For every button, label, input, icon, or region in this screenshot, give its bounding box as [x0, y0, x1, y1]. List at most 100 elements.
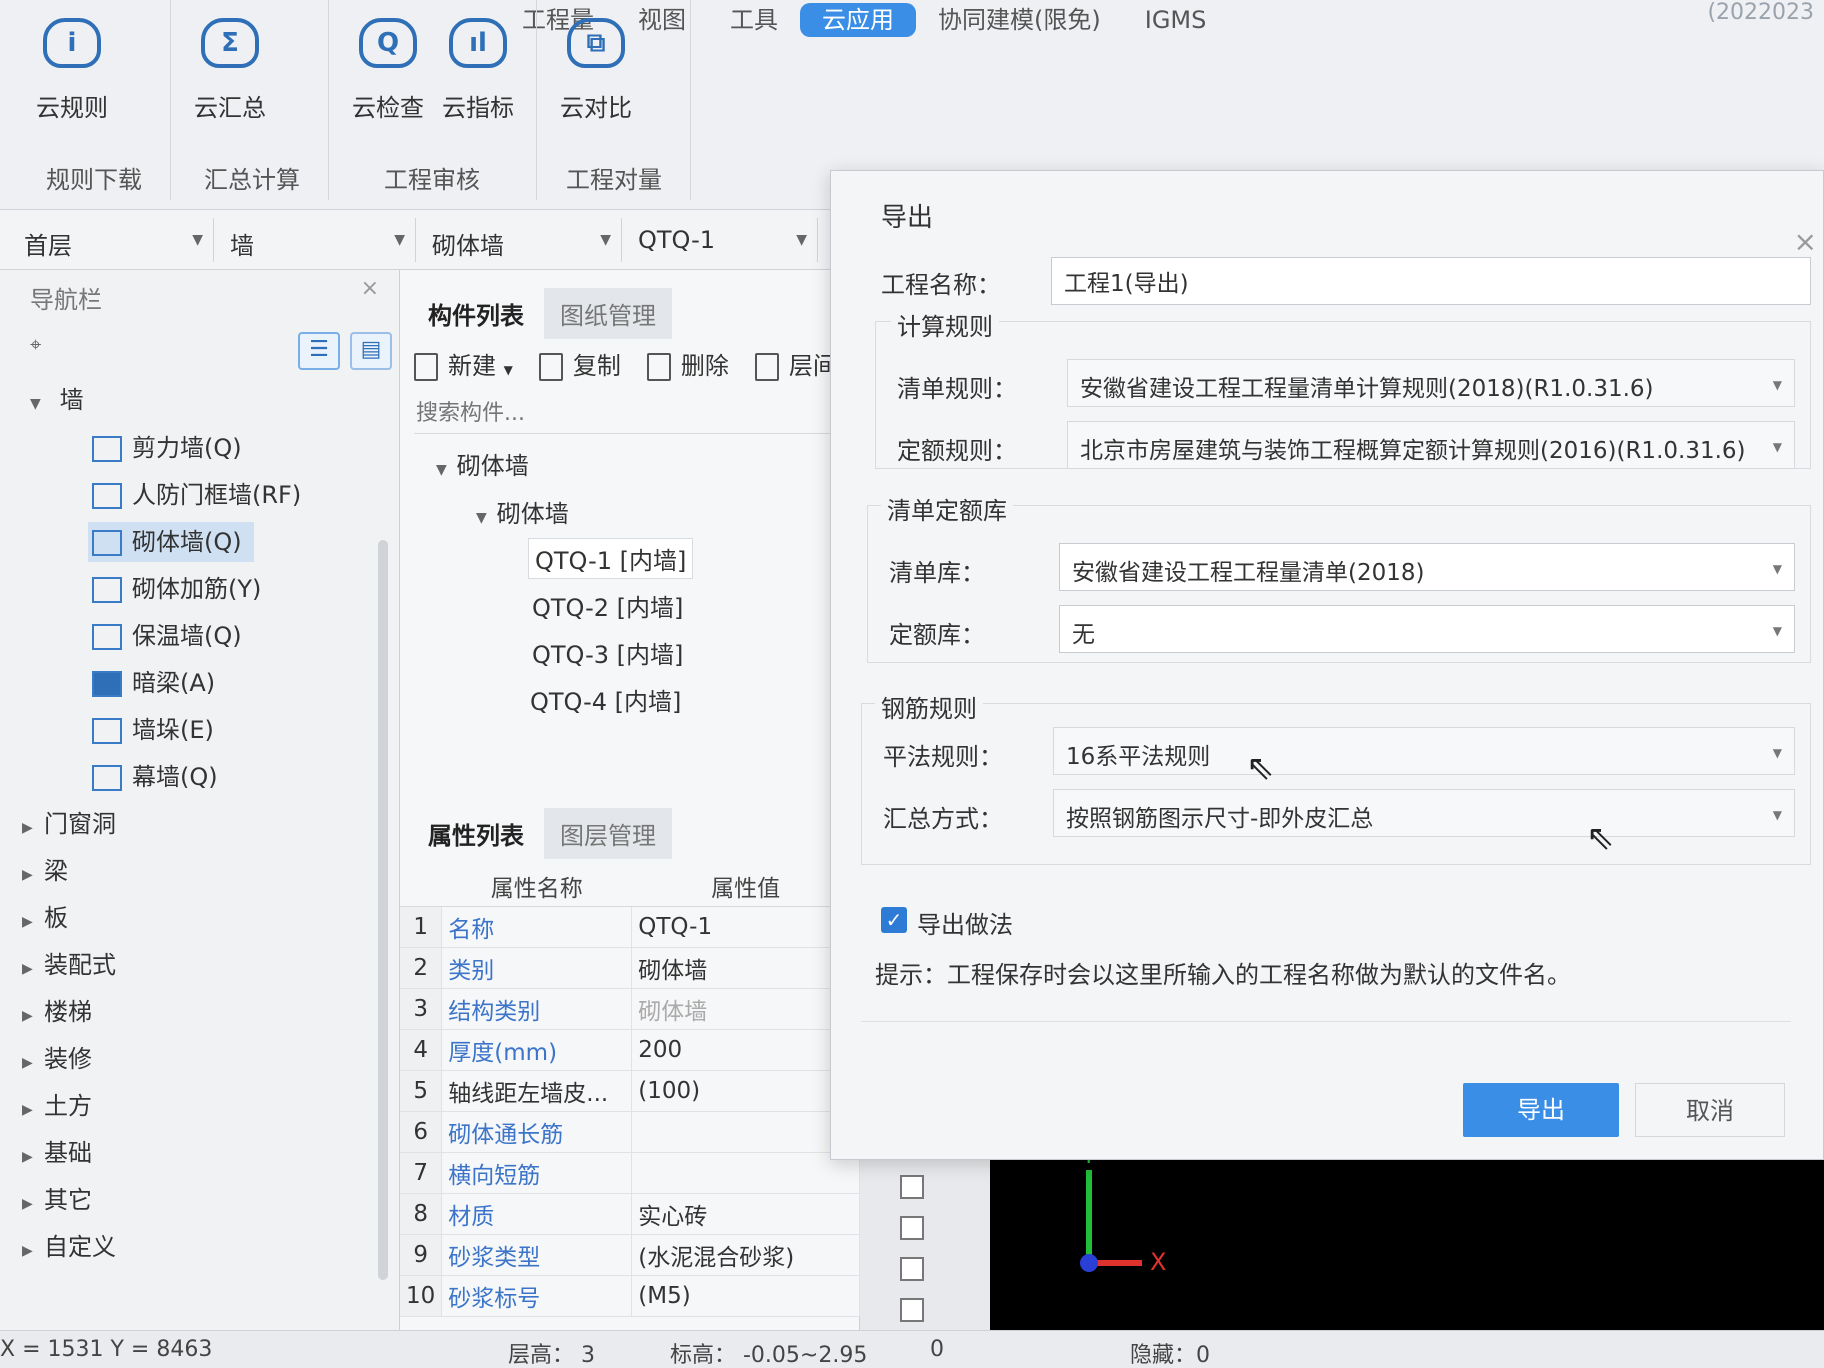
property-checkbox[interactable]: [900, 1257, 924, 1281]
list-view-icon[interactable]: ☰: [298, 332, 340, 370]
nav-item-masonry-wall[interactable]: 砌体墙(Q): [88, 522, 254, 562]
layer-copy-icon: [754, 353, 779, 381]
floor-select[interactable]: 首层 ▼: [14, 218, 214, 262]
table-row[interactable]: 10 砂浆标号 (M5): [400, 1275, 860, 1317]
property-value[interactable]: QTQ-1: [631, 906, 860, 948]
property-value[interactable]: 200: [631, 1029, 860, 1071]
detail-view-icon[interactable]: ▤: [350, 332, 392, 370]
nav-group-decoration[interactable]: ▶ 装修: [22, 1039, 92, 1079]
quota-library-select[interactable]: 无 ▼: [1059, 605, 1795, 653]
tab-layer-management[interactable]: 图层管理: [544, 808, 672, 859]
tree-node-masonry-wall-root[interactable]: ▼ 砌体墙: [436, 446, 529, 481]
table-row[interactable]: 8 材质 实心砖: [400, 1193, 860, 1235]
nav-group-other[interactable]: ▶ 其它: [22, 1180, 92, 1220]
table-row[interactable]: 7 横向短筋: [400, 1152, 860, 1194]
category-select-value: 墙: [230, 232, 254, 260]
nav-group-wall[interactable]: ▼ 墙: [30, 380, 84, 420]
tree-node-label: 砌体墙: [496, 500, 569, 528]
delete-button[interactable]: 删除: [646, 346, 729, 381]
nav-group-foundation[interactable]: ▶ 基础: [22, 1133, 92, 1173]
table-row[interactable]: 2 类别 砌体墙: [400, 947, 860, 989]
property-value[interactable]: 砌体墙: [631, 947, 860, 989]
table-row[interactable]: 1 名称 QTQ-1: [400, 906, 860, 948]
nav-item-curtain-wall[interactable]: 幕墙(Q): [92, 757, 218, 797]
bill-library-select[interactable]: 安徽省建设工程工程量清单(2018) ▼: [1059, 543, 1795, 591]
tab-property-list[interactable]: 属性列表: [412, 808, 540, 859]
export-method-label[interactable]: 导出做法: [917, 905, 1013, 940]
close-icon[interactable]: ×: [1794, 225, 1817, 258]
nav-item-masonry-rebar[interactable]: 砌体加筋(Y): [92, 569, 261, 609]
component-item-qtq-3[interactable]: QTQ-3 [内墙]: [532, 635, 683, 670]
quota-rule-select[interactable]: 北京市房屋建筑与装饰工程概算定额计算规则(2016)(R1.0.31.6) ▼: [1067, 421, 1795, 469]
nav-group-custom[interactable]: ▶ 自定义: [22, 1227, 116, 1267]
cloud-rules-button[interactable]: i 云规则: [22, 18, 122, 123]
nav-item-hidden-beam[interactable]: 暗梁(A): [92, 663, 215, 703]
table-row[interactable]: 6 砌体通长筋: [400, 1111, 860, 1153]
nav-item-wall-pier[interactable]: 墙垛(E): [92, 710, 214, 750]
table-row[interactable]: 3 结构类别 砌体墙: [400, 988, 860, 1030]
category-select[interactable]: 墙 ▼: [220, 218, 416, 262]
menu-tab-collab-modeling[interactable]: 协同建模(限免): [916, 3, 1123, 37]
cloud-summary-button[interactable]: Σ 云汇总: [180, 18, 280, 123]
cancel-button[interactable]: 取消: [1635, 1083, 1785, 1137]
type-select[interactable]: 砌体墙 ▼: [422, 218, 622, 262]
nav-group-prefab[interactable]: ▶ 装配式: [22, 945, 116, 985]
close-icon[interactable]: ×: [361, 276, 379, 301]
nav-item-label: 幕墙(Q): [132, 763, 218, 791]
summary-method-select[interactable]: 按照钢筋图示尺寸-即外皮汇总 ▼: [1053, 789, 1795, 837]
cloud-check-button[interactable]: Q 云检查: [338, 18, 438, 123]
table-row[interactable]: 5 轴线距左墙皮... (100): [400, 1070, 860, 1112]
nav-group-openings[interactable]: ▶ 门窗洞: [22, 804, 116, 844]
nav-group-stairs[interactable]: ▶ 楼梯: [22, 992, 92, 1032]
cloud-compare-button[interactable]: ⧉ 云对比: [546, 18, 646, 123]
nav-group-slab[interactable]: ▶ 板: [22, 898, 68, 938]
chevron-down-icon: ▼: [796, 232, 807, 248]
flat-rule-select[interactable]: 16系平法规则 ▼: [1053, 727, 1795, 775]
menu-tab-tools[interactable]: 工具: [708, 3, 800, 37]
table-row[interactable]: 9 砂浆类型 (水泥混合砂浆): [400, 1234, 860, 1276]
project-name-input[interactable]: [1051, 257, 1811, 305]
menu-tab-cloud-apps[interactable]: 云应用: [800, 3, 916, 37]
nav-item-door-frame-wall[interactable]: 人防门框墙(RF): [92, 475, 301, 515]
tab-component-list[interactable]: 构件列表: [412, 288, 540, 339]
property-name: 结构类别: [441, 988, 633, 1030]
copy-button[interactable]: 复制: [538, 346, 621, 381]
interlayer-copy-button[interactable]: 层间: [754, 346, 837, 381]
property-value[interactable]: [631, 1111, 860, 1153]
drawing-canvas[interactable]: Y X: [990, 1130, 1824, 1330]
component-select[interactable]: QTQ-1 ▼: [628, 218, 818, 262]
menu-tab-igms[interactable]: IGMS: [1123, 3, 1229, 37]
rebar-rules-title: 钢筋规则: [875, 689, 983, 724]
export-method-checkbox[interactable]: ✓: [881, 907, 907, 933]
component-search-input[interactable]: [414, 394, 844, 434]
property-checkbox[interactable]: [900, 1216, 924, 1240]
table-row[interactable]: 4 厚度(mm) 200: [400, 1029, 860, 1071]
property-value[interactable]: (水泥混合砂浆): [631, 1234, 860, 1276]
copy-button-label: 复制: [572, 352, 621, 380]
property-value[interactable]: [631, 1152, 860, 1194]
component-item-qtq-4[interactable]: QTQ-4 [内墙]: [530, 682, 681, 717]
cloud-rules-label: 云规则: [36, 94, 108, 122]
component-item-qtq-2[interactable]: QTQ-2 [内墙]: [532, 588, 683, 623]
shear-wall-icon: [92, 436, 122, 462]
property-checkbox[interactable]: [900, 1175, 924, 1199]
nav-item-insulation-wall[interactable]: 保温墙(Q): [92, 616, 242, 656]
property-value[interactable]: (100): [631, 1070, 860, 1112]
nav-scrollbar[interactable]: [378, 540, 388, 1280]
nav-group-beam[interactable]: ▶ 梁: [22, 851, 68, 891]
nav-item-shear-wall[interactable]: 剪力墙(Q): [92, 428, 242, 468]
property-checkbox[interactable]: [900, 1298, 924, 1322]
flat-rule-value: 16系平法规则: [1066, 744, 1211, 770]
pin-icon[interactable]: ⌖: [30, 332, 41, 356]
tab-drawing-management[interactable]: 图纸管理: [544, 288, 672, 339]
property-value[interactable]: 实心砖: [631, 1193, 860, 1235]
cloud-index-button[interactable]: ıl 云指标: [428, 18, 528, 123]
component-item-qtq-1[interactable]: QTQ-1 [内墙]: [528, 538, 694, 579]
bill-rule-select[interactable]: 安徽省建设工程工程量清单计算规则(2018)(R1.0.31.6) ▼: [1067, 359, 1795, 407]
export-button[interactable]: 导出: [1463, 1083, 1619, 1137]
tree-node-masonry-wall-child[interactable]: ▼ 砌体墙: [476, 494, 569, 529]
new-file-icon: [414, 353, 438, 381]
property-value[interactable]: (M5): [631, 1275, 860, 1317]
nav-group-earthwork[interactable]: ▶ 土方: [22, 1086, 92, 1126]
new-button[interactable]: 新建 ▼: [414, 346, 513, 381]
